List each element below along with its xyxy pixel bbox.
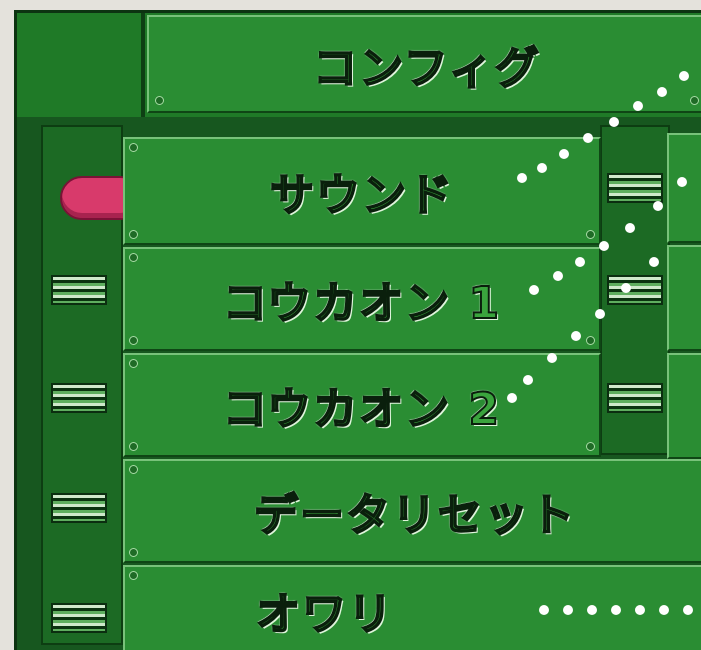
trail-dot bbox=[553, 271, 563, 281]
circuit-connector-icon bbox=[607, 383, 663, 413]
title-plate: コンフィグ bbox=[147, 15, 701, 113]
trail-dot bbox=[563, 605, 573, 615]
config-title: コンフィグ bbox=[312, 42, 541, 95]
circuit-connector-icon bbox=[607, 275, 663, 305]
menu-item-sound-effect-1[interactable]: コウカオン 1 bbox=[123, 247, 601, 351]
trail-dot bbox=[609, 117, 619, 127]
trail-dot bbox=[635, 605, 645, 615]
trail-dot bbox=[649, 257, 659, 267]
trail-dot bbox=[507, 393, 517, 403]
config-screen: コンフィグ サウンド コウカオン 1 コウカオン 2 データリセット オワリ bbox=[14, 10, 701, 650]
trail-dot bbox=[679, 71, 689, 81]
circuit-connector-icon bbox=[51, 493, 107, 523]
trail-dot bbox=[611, 605, 621, 615]
circuit-connector-icon bbox=[607, 173, 663, 203]
menu-item-data-reset[interactable]: データリセット bbox=[123, 459, 701, 563]
trail-dot bbox=[653, 201, 663, 211]
trail-dot bbox=[683, 605, 693, 615]
menu-item-label: オワリ bbox=[255, 588, 394, 641]
menu-item-sound[interactable]: サウンド bbox=[123, 137, 601, 245]
trail-dot bbox=[659, 605, 669, 615]
menu-item-label: サウンド bbox=[269, 169, 454, 222]
circuit-connector-icon bbox=[51, 383, 107, 413]
trail-dot bbox=[523, 375, 533, 385]
trail-dot bbox=[621, 283, 631, 293]
trail-dot bbox=[595, 309, 605, 319]
trail-dot bbox=[575, 257, 585, 267]
side-plate bbox=[667, 133, 701, 243]
trail-dot bbox=[547, 353, 557, 363]
trail-dot bbox=[587, 605, 597, 615]
trail-dot bbox=[657, 87, 667, 97]
trail-dot bbox=[537, 163, 547, 173]
trail-dot bbox=[625, 223, 635, 233]
trail-dot bbox=[633, 101, 643, 111]
side-plate bbox=[667, 353, 701, 459]
menu-item-label: データリセット bbox=[253, 489, 576, 542]
trail-dot bbox=[599, 241, 609, 251]
trail-dot bbox=[529, 285, 539, 295]
trail-dot bbox=[539, 605, 549, 615]
trail-dot bbox=[559, 149, 569, 159]
circuit-connector-icon bbox=[51, 275, 107, 305]
header-divider bbox=[141, 13, 145, 117]
menu-item-sound-effect-2[interactable]: コウカオン 2 bbox=[123, 353, 601, 457]
trail-dot bbox=[677, 177, 687, 187]
menu-item-label: コウカオン 1 bbox=[222, 277, 502, 330]
trail-dot bbox=[571, 331, 581, 341]
trail-dot bbox=[517, 173, 527, 183]
trail-dot bbox=[583, 133, 593, 143]
side-plate bbox=[667, 245, 701, 351]
